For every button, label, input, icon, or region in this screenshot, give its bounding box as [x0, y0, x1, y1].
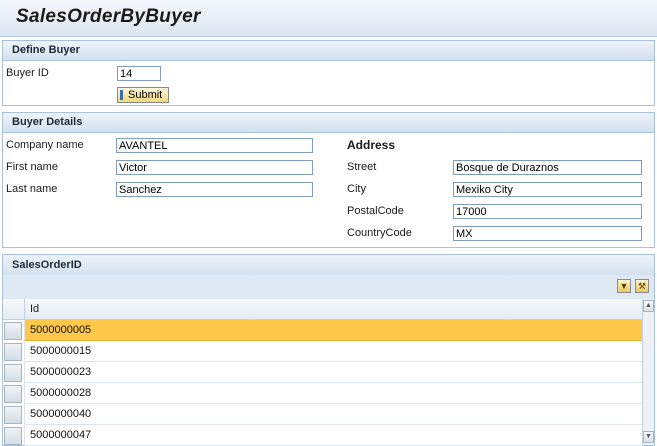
first-name-label: First name [6, 161, 58, 173]
table-row[interactable]: 5000000028 [24, 383, 642, 404]
wrench-icon[interactable]: ⚒ [635, 279, 649, 293]
street-field[interactable]: Bosque de Duraznos [453, 160, 642, 175]
buyer-details-header: Buyer Details [3, 113, 654, 133]
street-label: Street [347, 161, 377, 173]
table-row[interactable]: 5000000005 [24, 320, 642, 341]
country-code-label: CountryCode [347, 227, 412, 239]
company-name-field[interactable]: AVANTEL [116, 138, 313, 153]
table-row[interactable]: 5000000015 [24, 341, 642, 362]
scroll-down-icon[interactable]: ▼ [643, 431, 654, 443]
row-selector[interactable] [4, 322, 22, 340]
company-name-label: Company name [6, 139, 84, 151]
define-buyer-panel: Define Buyer Buyer ID 14 Submit [2, 40, 655, 106]
buyer-id-input[interactable]: 14 [117, 66, 161, 81]
buyer-details-panel: Buyer Details Company name AVANTEL First… [2, 112, 655, 248]
row-selector[interactable] [4, 364, 22, 382]
table-row[interactable]: 5000000040 [24, 404, 642, 425]
submit-button[interactable]: Submit [117, 87, 169, 103]
row-selector[interactable] [4, 385, 22, 403]
sales-order-table: Id 5000000005 5000000015 5000000023 5000… [3, 299, 654, 446]
table-row[interactable]: 5000000047 [24, 425, 642, 446]
row-selector[interactable] [4, 343, 22, 361]
buyer-id-label: Buyer ID [6, 67, 49, 79]
define-buyer-header: Define Buyer [3, 41, 654, 61]
table-corner [3, 299, 24, 320]
sales-order-header: SalesOrderID [3, 255, 654, 275]
city-label: City [347, 183, 366, 195]
address-header: Address [347, 138, 396, 152]
page-title: SalesOrderByBuyer [16, 6, 201, 27]
city-field[interactable]: Mexiko City [453, 182, 642, 197]
first-name-field[interactable]: Victor [116, 160, 313, 175]
postal-code-label: PostalCode [347, 205, 404, 217]
row-selector[interactable] [4, 406, 22, 424]
filter-icon[interactable]: ▼ [617, 279, 631, 293]
table-row[interactable]: 5000000023 [24, 362, 642, 383]
country-code-field[interactable]: MX [453, 226, 642, 241]
sales-order-panel: SalesOrderID ▼ ⚒ Id 5000000005 500000001… [2, 254, 655, 446]
title-bar: SalesOrderByBuyer [0, 0, 657, 37]
row-selector[interactable] [4, 427, 22, 445]
last-name-label: Last name [6, 183, 58, 195]
last-name-field[interactable]: Sanchez [116, 182, 313, 197]
scroll-up-icon[interactable]: ▲ [643, 300, 654, 312]
vertical-scrollbar[interactable]: ▲ ▼ [642, 299, 654, 445]
column-header-id[interactable]: Id [24, 299, 642, 320]
postal-code-field[interactable]: 17000 [453, 204, 642, 219]
